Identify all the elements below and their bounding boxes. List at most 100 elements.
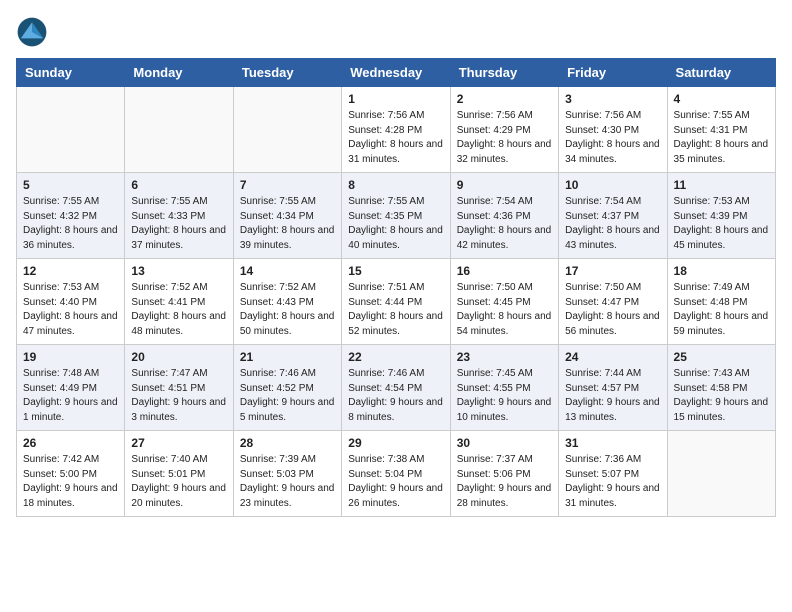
day-number: 14: [240, 264, 335, 278]
day-number: 5: [23, 178, 118, 192]
day-info: Sunrise: 7:47 AM Sunset: 4:51 PM Dayligh…: [131, 367, 226, 425]
day-cell: 29 Sunrise: 7:38 AM Sunset: 5:04 PM Dayli…: [342, 431, 450, 517]
weekday-header: Friday: [559, 59, 667, 87]
day-cell: 14 Sunrise: 7:52 AM Sunset: 4:43 PM Dayli…: [233, 259, 341, 345]
day-number: 1: [348, 92, 443, 106]
logo: [16, 16, 52, 48]
day-cell: 30 Sunrise: 7:37 AM Sunset: 5:06 PM Dayli…: [450, 431, 558, 517]
weekday-header: Tuesday: [233, 59, 341, 87]
week-row: 26 Sunrise: 7:42 AM Sunset: 5:00 PM Dayli…: [17, 431, 776, 517]
day-info: Sunrise: 7:48 AM Sunset: 4:49 PM Dayligh…: [23, 367, 118, 425]
day-number: 24: [565, 350, 660, 364]
day-info: Sunrise: 7:44 AM Sunset: 4:57 PM Dayligh…: [565, 367, 660, 425]
week-row: 5 Sunrise: 7:55 AM Sunset: 4:32 PM Daylig…: [17, 173, 776, 259]
day-number: 16: [457, 264, 552, 278]
day-cell: 18 Sunrise: 7:49 AM Sunset: 4:48 PM Dayli…: [667, 259, 775, 345]
day-info: Sunrise: 7:50 AM Sunset: 4:45 PM Dayligh…: [457, 281, 552, 339]
day-number: 22: [348, 350, 443, 364]
day-number: 28: [240, 436, 335, 450]
day-cell: 6 Sunrise: 7:55 AM Sunset: 4:33 PM Daylig…: [125, 173, 233, 259]
day-number: 2: [457, 92, 552, 106]
day-info: Sunrise: 7:46 AM Sunset: 4:52 PM Dayligh…: [240, 367, 335, 425]
day-number: 31: [565, 436, 660, 450]
day-cell: 2 Sunrise: 7:56 AM Sunset: 4:29 PM Daylig…: [450, 87, 558, 173]
page-header: [16, 16, 776, 48]
day-number: 21: [240, 350, 335, 364]
day-info: Sunrise: 7:56 AM Sunset: 4:30 PM Dayligh…: [565, 109, 660, 167]
week-row: 1Sunrise: 7:56 AM Sunset: 4:28 PM Daylig…: [17, 87, 776, 173]
day-cell: [17, 87, 125, 173]
day-number: 10: [565, 178, 660, 192]
day-info: Sunrise: 7:45 AM Sunset: 4:55 PM Dayligh…: [457, 367, 552, 425]
day-cell: 27 Sunrise: 7:40 AM Sunset: 5:01 PM Dayli…: [125, 431, 233, 517]
day-cell: [233, 87, 341, 173]
weekday-header: Wednesday: [342, 59, 450, 87]
day-info: Sunrise: 7:55 AM Sunset: 4:33 PM Dayligh…: [131, 195, 226, 253]
day-cell: 1Sunrise: 7:56 AM Sunset: 4:28 PM Daylig…: [342, 87, 450, 173]
day-cell: 9 Sunrise: 7:54 AM Sunset: 4:36 PM Daylig…: [450, 173, 558, 259]
day-info: Sunrise: 7:52 AM Sunset: 4:41 PM Dayligh…: [131, 281, 226, 339]
day-number: 25: [674, 350, 769, 364]
day-number: 12: [23, 264, 118, 278]
day-number: 26: [23, 436, 118, 450]
day-info: Sunrise: 7:42 AM Sunset: 5:00 PM Dayligh…: [23, 453, 118, 511]
day-cell: 17 Sunrise: 7:50 AM Sunset: 4:47 PM Dayli…: [559, 259, 667, 345]
day-number: 30: [457, 436, 552, 450]
day-number: 19: [23, 350, 118, 364]
day-info: Sunrise: 7:54 AM Sunset: 4:36 PM Dayligh…: [457, 195, 552, 253]
day-cell: 24 Sunrise: 7:44 AM Sunset: 4:57 PM Dayli…: [559, 345, 667, 431]
day-cell: 10 Sunrise: 7:54 AM Sunset: 4:37 PM Dayli…: [559, 173, 667, 259]
weekday-header: Saturday: [667, 59, 775, 87]
day-cell: 11Sunrise: 7:53 AM Sunset: 4:39 PM Dayli…: [667, 173, 775, 259]
day-cell: [125, 87, 233, 173]
day-info: Sunrise: 7:43 AM Sunset: 4:58 PM Dayligh…: [674, 367, 769, 425]
day-number: 4: [674, 92, 769, 106]
logo-icon: [16, 16, 48, 48]
day-number: 6: [131, 178, 226, 192]
weekday-header-row: SundayMondayTuesdayWednesdayThursdayFrid…: [17, 59, 776, 87]
calendar-table: SundayMondayTuesdayWednesdayThursdayFrid…: [16, 58, 776, 517]
week-row: 19 Sunrise: 7:48 AM Sunset: 4:49 PM Dayli…: [17, 345, 776, 431]
day-cell: 22 Sunrise: 7:46 AM Sunset: 4:54 PM Dayli…: [342, 345, 450, 431]
day-number: 3: [565, 92, 660, 106]
day-info: Sunrise: 7:55 AM Sunset: 4:32 PM Dayligh…: [23, 195, 118, 253]
day-info: Sunrise: 7:56 AM Sunset: 4:29 PM Dayligh…: [457, 109, 552, 167]
day-cell: 28 Sunrise: 7:39 AM Sunset: 5:03 PM Dayli…: [233, 431, 341, 517]
day-cell: 12Sunrise: 7:53 AM Sunset: 4:40 PM Dayli…: [17, 259, 125, 345]
day-info: Sunrise: 7:40 AM Sunset: 5:01 PM Dayligh…: [131, 453, 226, 511]
day-cell: 25 Sunrise: 7:43 AM Sunset: 4:58 PM Dayli…: [667, 345, 775, 431]
day-cell: 16 Sunrise: 7:50 AM Sunset: 4:45 PM Dayli…: [450, 259, 558, 345]
day-cell: 23Sunrise: 7:45 AM Sunset: 4:55 PM Dayli…: [450, 345, 558, 431]
day-number: 9: [457, 178, 552, 192]
day-cell: 8 Sunrise: 7:55 AM Sunset: 4:35 PM Daylig…: [342, 173, 450, 259]
week-row: 12Sunrise: 7:53 AM Sunset: 4:40 PM Dayli…: [17, 259, 776, 345]
day-number: 29: [348, 436, 443, 450]
day-cell: [667, 431, 775, 517]
day-cell: 4 Sunrise: 7:55 AM Sunset: 4:31 PM Daylig…: [667, 87, 775, 173]
day-info: Sunrise: 7:50 AM Sunset: 4:47 PM Dayligh…: [565, 281, 660, 339]
day-info: Sunrise: 7:39 AM Sunset: 5:03 PM Dayligh…: [240, 453, 335, 511]
day-info: Sunrise: 7:46 AM Sunset: 4:54 PM Dayligh…: [348, 367, 443, 425]
day-info: Sunrise: 7:37 AM Sunset: 5:06 PM Dayligh…: [457, 453, 552, 511]
day-number: 20: [131, 350, 226, 364]
day-info: Sunrise: 7:55 AM Sunset: 4:31 PM Dayligh…: [674, 109, 769, 167]
day-info: Sunrise: 7:52 AM Sunset: 4:43 PM Dayligh…: [240, 281, 335, 339]
weekday-header: Monday: [125, 59, 233, 87]
weekday-header: Thursday: [450, 59, 558, 87]
day-number: 7: [240, 178, 335, 192]
day-number: 13: [131, 264, 226, 278]
day-number: 18: [674, 264, 769, 278]
day-number: 27: [131, 436, 226, 450]
day-cell: 3 Sunrise: 7:56 AM Sunset: 4:30 PM Daylig…: [559, 87, 667, 173]
day-number: 8: [348, 178, 443, 192]
day-number: 15: [348, 264, 443, 278]
weekday-header: Sunday: [17, 59, 125, 87]
day-info: Sunrise: 7:49 AM Sunset: 4:48 PM Dayligh…: [674, 281, 769, 339]
day-number: 17: [565, 264, 660, 278]
day-info: Sunrise: 7:54 AM Sunset: 4:37 PM Dayligh…: [565, 195, 660, 253]
day-cell: 20 Sunrise: 7:47 AM Sunset: 4:51 PM Dayli…: [125, 345, 233, 431]
day-cell: 13 Sunrise: 7:52 AM Sunset: 4:41 PM Dayli…: [125, 259, 233, 345]
day-info: Sunrise: 7:55 AM Sunset: 4:35 PM Dayligh…: [348, 195, 443, 253]
day-number: 11: [674, 178, 769, 192]
day-info: Sunrise: 7:38 AM Sunset: 5:04 PM Dayligh…: [348, 453, 443, 511]
